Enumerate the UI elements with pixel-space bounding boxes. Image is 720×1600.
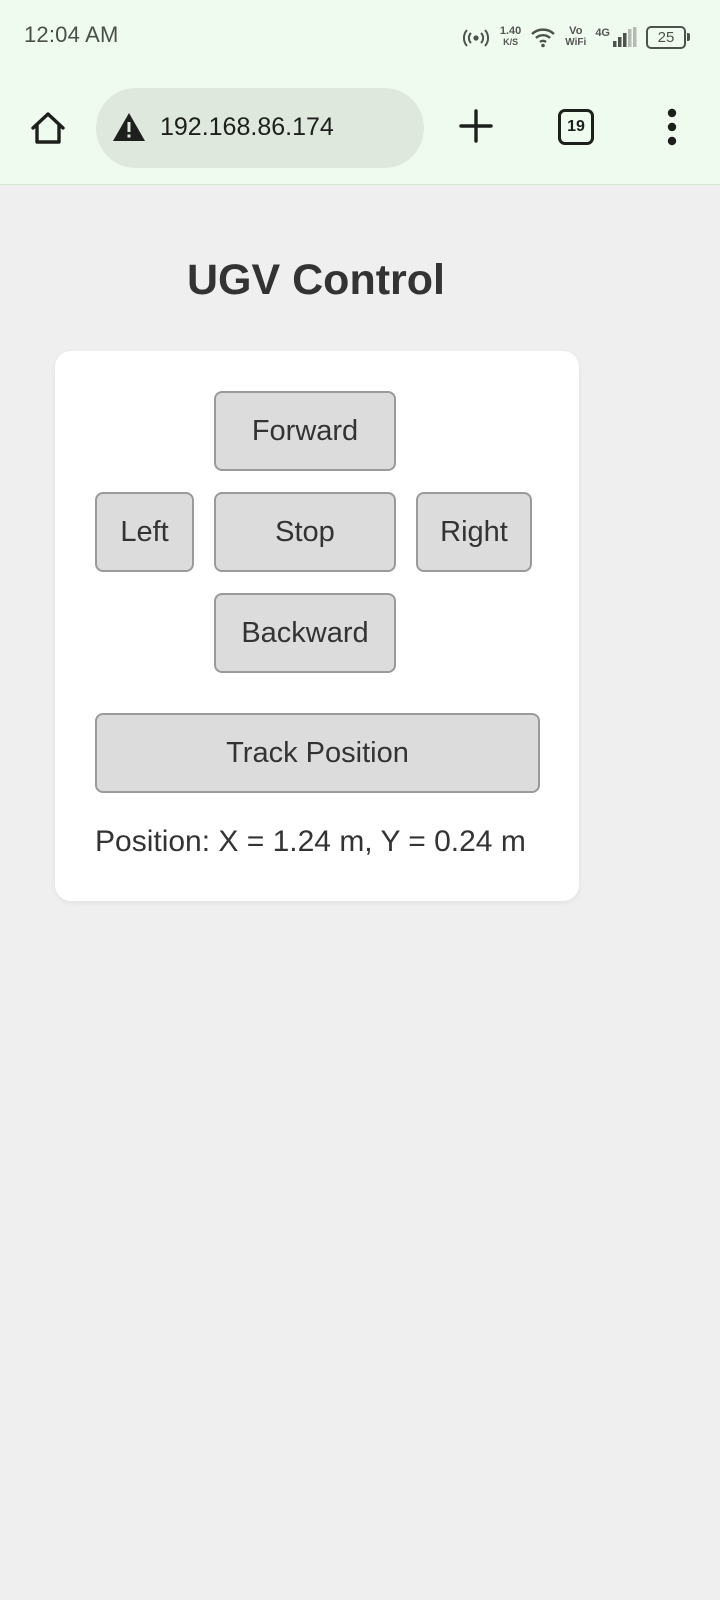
- vo-label: Vo: [569, 25, 583, 37]
- track-position-button[interactable]: Track Position: [95, 713, 540, 793]
- plus-icon: [459, 109, 493, 143]
- url-text[interactable]: 192.168.86.174: [160, 113, 334, 142]
- vowifi-indicator: Vo WiFi: [565, 25, 587, 49]
- network-type: 4G: [595, 27, 610, 39]
- home-button[interactable]: [26, 106, 70, 150]
- signal-icon: [613, 27, 637, 47]
- forward-button[interactable]: Forward: [214, 391, 396, 471]
- battery-tip: [687, 33, 690, 41]
- wifi-icon: [531, 28, 556, 48]
- more-vertical-icon[interactable]: [660, 107, 684, 147]
- stop-button[interactable]: Stop: [214, 492, 396, 572]
- left-button[interactable]: Left: [95, 492, 194, 572]
- battery-indicator: 25: [646, 25, 690, 49]
- battery-level: 25: [646, 25, 686, 49]
- wifi-label: WiFi: [565, 37, 587, 48]
- address-bar[interactable]: 192.168.86.174: [96, 88, 424, 168]
- right-button[interactable]: Right: [416, 492, 532, 572]
- backward-button[interactable]: Backward: [214, 593, 396, 673]
- tab-switcher-button[interactable]: 19: [558, 109, 594, 145]
- cellular-indicator: 4G: [595, 27, 637, 47]
- page-title: UGV Control: [187, 256, 445, 304]
- home-icon: [31, 112, 65, 144]
- status-icons: 1.40 K/S Vo WiFi 4G 25: [461, 20, 690, 54]
- network-speed: 1.40 K/S: [500, 26, 521, 48]
- position-readout: Position: X = 1.24 m, Y = 0.24 m: [95, 825, 526, 858]
- control-panel: Forward Left Stop Right Backward Track P…: [55, 351, 579, 901]
- new-tab-button[interactable]: [456, 106, 496, 146]
- browser-toolbar: 192.168.86.174 19: [0, 72, 720, 185]
- status-time: 12:04 AM: [24, 22, 119, 47]
- status-bar: 12:04 AM 1.40 K/S Vo WiFi 4G 25: [0, 0, 720, 72]
- speed-unit: K/S: [503, 37, 519, 47]
- speed-value: 1.40: [499, 25, 522, 37]
- warning-icon[interactable]: [112, 112, 146, 142]
- hotspot-icon: [462, 29, 489, 47]
